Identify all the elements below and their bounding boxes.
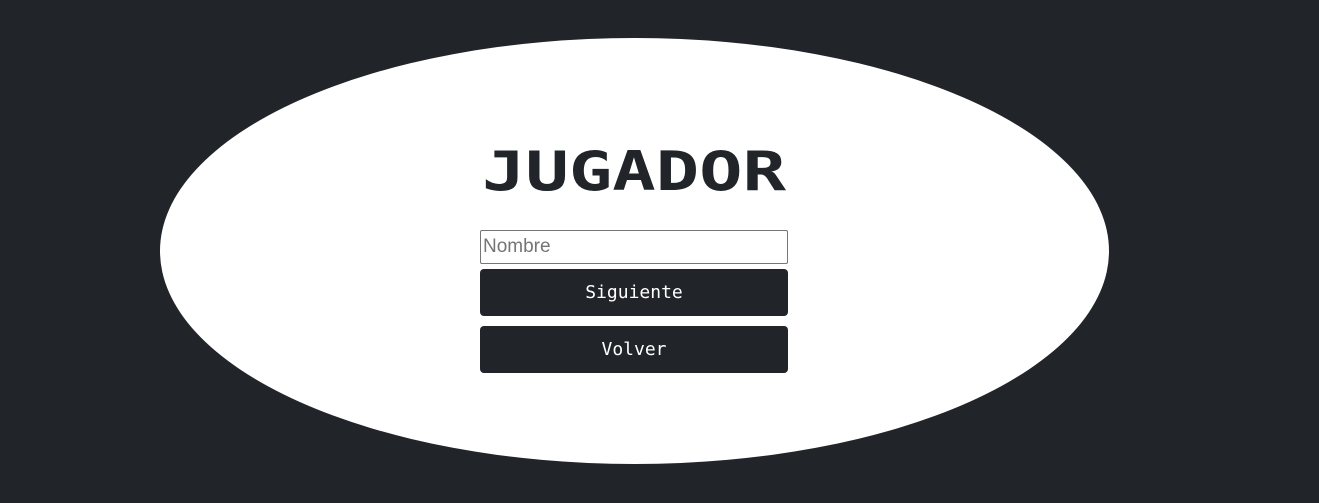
next-button[interactable]: Siguiente [480,269,788,316]
page-background: JUGADOR Siguiente Volver [0,0,1319,503]
title-text: JUGADOR [482,140,787,202]
back-button[interactable]: Volver [480,326,788,373]
page-title: JUGADOR [480,140,788,202]
name-input[interactable] [480,230,788,264]
pixel-title-text: JUGADOR [482,140,787,202]
